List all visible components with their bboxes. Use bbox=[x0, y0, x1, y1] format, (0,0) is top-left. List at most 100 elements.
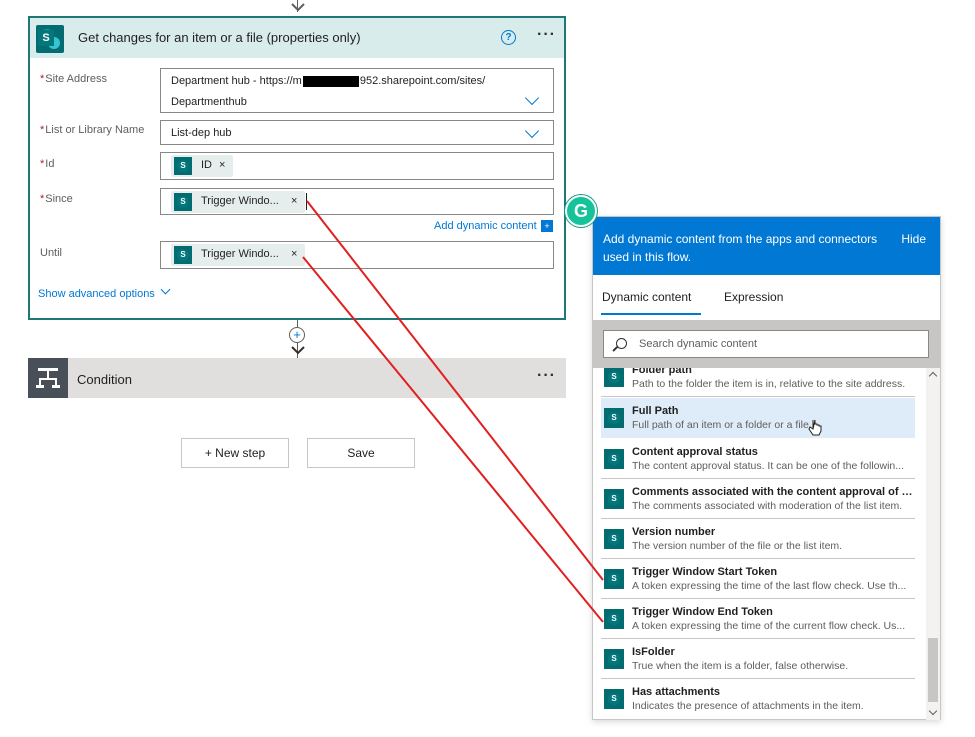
hand-cursor-icon bbox=[808, 419, 822, 436]
item-name: Content approval status bbox=[632, 446, 758, 458]
new-step-button[interactable]: + New step bbox=[181, 438, 289, 468]
help-icon[interactable]: ? bbox=[501, 30, 516, 45]
sharepoint-icon: S bbox=[174, 246, 192, 264]
item-name: Trigger Window Start Token bbox=[632, 566, 778, 578]
list-item[interactable]: S Trigger Window End Token A token expre… bbox=[601, 599, 915, 639]
item-name: Comments associated with the content app… bbox=[632, 486, 914, 498]
hide-button[interactable]: Hide bbox=[901, 232, 926, 246]
condition-label: Condition bbox=[77, 372, 132, 387]
chevron-down-icon[interactable] bbox=[524, 123, 540, 139]
scrollbar-thumb[interactable] bbox=[928, 638, 938, 702]
id-token-label: ID bbox=[201, 159, 212, 171]
list-item[interactable]: S Comments associated with the content a… bbox=[601, 479, 915, 519]
sharepoint-icon: S bbox=[174, 157, 192, 175]
item-name: Full Path bbox=[632, 405, 679, 417]
grammarly-icon[interactable]: G bbox=[565, 195, 597, 227]
search-icon bbox=[616, 338, 627, 349]
action-card-header[interactable]: S Get changes for an item or a file (pro… bbox=[30, 18, 564, 58]
list-item[interactable]: S Trigger Window Start Token A token exp… bbox=[601, 559, 915, 599]
sharepoint-icon: S bbox=[604, 408, 624, 428]
sharepoint-icon: S bbox=[604, 529, 624, 549]
item-name: Trigger Window End Token bbox=[632, 606, 773, 618]
item-name: Version number bbox=[632, 526, 716, 538]
list-name-dropdown[interactable]: List-dep hub bbox=[160, 120, 554, 145]
scroll-up-icon[interactable] bbox=[928, 371, 938, 381]
until-token[interactable]: S Trigger Windo... × bbox=[171, 244, 305, 266]
site-address-label: *Site Address bbox=[40, 73, 108, 85]
sharepoint-icon: S bbox=[604, 489, 624, 509]
sharepoint-icon: S bbox=[604, 609, 624, 629]
sharepoint-icon: S bbox=[36, 25, 64, 53]
since-token-label: Trigger Windo... bbox=[201, 195, 279, 207]
add-dynamic-content-icon[interactable]: + bbox=[541, 220, 553, 232]
item-description: Path to the folder the item is in, relat… bbox=[632, 378, 906, 390]
tab-dynamic-content[interactable]: Dynamic content bbox=[602, 290, 691, 304]
id-label: *Id bbox=[40, 158, 55, 170]
redaction-bar bbox=[302, 75, 359, 87]
dynamic-panel-header: Add dynamic content from the apps and co… bbox=[593, 217, 940, 275]
search-placeholder: Search dynamic content bbox=[639, 338, 758, 350]
list-item[interactable]: S Folder path Path to the folder the ite… bbox=[601, 368, 915, 397]
item-name: Folder path bbox=[632, 368, 692, 376]
add-dynamic-content-link[interactable]: Add dynamic content bbox=[434, 220, 537, 232]
more-icon[interactable]: ··· bbox=[537, 367, 556, 385]
item-description: The comments associated with moderation … bbox=[632, 500, 903, 512]
sharepoint-icon: S bbox=[604, 689, 624, 709]
sharepoint-icon: S bbox=[604, 649, 624, 669]
item-description: The version number of the file or the li… bbox=[632, 540, 843, 552]
list-item[interactable]: S Content approval status The content ap… bbox=[601, 439, 915, 479]
list-name-label: *List or Library Name bbox=[40, 124, 145, 136]
condition-card[interactable]: Condition ··· bbox=[28, 358, 566, 398]
item-name: Has attachments bbox=[632, 686, 721, 698]
condition-icon bbox=[28, 358, 68, 398]
sharepoint-icon: S bbox=[604, 569, 624, 589]
search-area: Search dynamic content bbox=[593, 320, 940, 368]
item-description: True when the item is a folder, false ot… bbox=[632, 660, 849, 672]
since-token[interactable]: S Trigger Windo... × bbox=[171, 191, 305, 213]
item-description: Full path of an item or a folder or a fi… bbox=[632, 419, 812, 431]
item-description: Indicates the presence of attachments in… bbox=[632, 700, 864, 712]
id-input[interactable]: S ID × bbox=[160, 152, 554, 180]
until-input[interactable]: S Trigger Windo... × bbox=[160, 241, 554, 269]
chevron-down-icon[interactable] bbox=[160, 284, 171, 295]
chevron-down-icon[interactable] bbox=[524, 90, 540, 106]
scrollbar[interactable] bbox=[926, 368, 940, 720]
dynamic-panel-header-text: Add dynamic content from the apps and co… bbox=[603, 232, 878, 264]
since-label: *Since bbox=[40, 193, 73, 205]
item-description: The content approval status. It can be o… bbox=[632, 460, 905, 472]
show-advanced-options-link[interactable]: Show advanced options bbox=[38, 288, 155, 300]
tab-expression[interactable]: Expression bbox=[724, 290, 783, 304]
arrow-down-icon bbox=[291, 3, 305, 12]
sharepoint-icon: S bbox=[174, 193, 192, 211]
list-item[interactable]: S Has attachments Indicates the presence… bbox=[601, 679, 915, 719]
save-button[interactable]: Save bbox=[307, 438, 415, 468]
site-address-value-line1: Department hub - https://m 952.sharepoint… bbox=[171, 75, 486, 87]
action-card: S Get changes for an item or a file (pro… bbox=[28, 16, 566, 320]
site-address-dropdown[interactable]: Department hub - https://m 952.sharepoint… bbox=[160, 68, 554, 113]
remove-token-icon[interactable]: × bbox=[291, 248, 297, 260]
list-item[interactable]: S Full Path Full path of an item or a fo… bbox=[601, 398, 915, 438]
search-input[interactable]: Search dynamic content bbox=[603, 330, 929, 358]
item-description: A token expressing the time of the last … bbox=[632, 580, 907, 592]
item-description: A token expressing the time of the curre… bbox=[632, 620, 906, 632]
until-token-label: Trigger Windo... bbox=[201, 248, 279, 260]
active-tab-indicator bbox=[601, 313, 701, 315]
until-label: Until bbox=[40, 247, 63, 259]
id-token[interactable]: S ID × bbox=[171, 155, 233, 177]
scroll-down-icon[interactable] bbox=[928, 706, 938, 716]
sharepoint-icon: S bbox=[604, 449, 624, 469]
arrow-down-icon bbox=[291, 346, 305, 355]
list-item[interactable]: S Version number The version number of t… bbox=[601, 519, 915, 559]
remove-token-icon[interactable]: × bbox=[219, 159, 225, 171]
text-cursor bbox=[306, 193, 307, 210]
list-name-value: List-dep hub bbox=[171, 127, 232, 139]
sharepoint-icon: S bbox=[604, 368, 624, 387]
action-title: Get changes for an item or a file (prope… bbox=[78, 30, 361, 45]
remove-token-icon[interactable]: × bbox=[291, 195, 297, 207]
list-item[interactable]: S IsFolder True when the item is a folde… bbox=[601, 639, 915, 679]
plus-circle-icon[interactable]: + bbox=[289, 327, 305, 343]
since-input[interactable]: S Trigger Windo... × bbox=[160, 188, 554, 215]
dynamic-content-list: S Folder path Path to the folder the ite… bbox=[593, 368, 926, 720]
more-icon[interactable]: ··· bbox=[537, 26, 556, 44]
item-name: IsFolder bbox=[632, 646, 675, 658]
